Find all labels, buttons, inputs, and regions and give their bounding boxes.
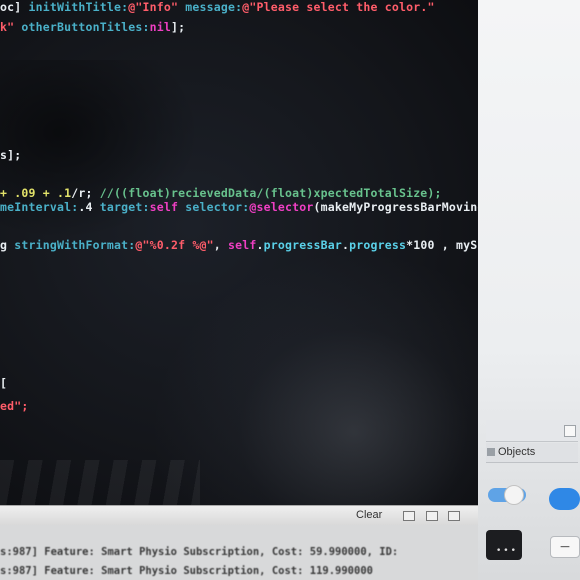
code-token: @selector (249, 200, 314, 214)
code-token: @"Info" (128, 0, 179, 14)
switch-object[interactable] (549, 488, 580, 510)
code-token: nil (149, 20, 171, 34)
slider-object[interactable] (488, 485, 526, 505)
split-view-left-icon[interactable] (403, 511, 415, 521)
code-token: . (256, 238, 264, 252)
debug-console[interactable]: s:987] Feature: Smart Physio Subscriptio… (0, 525, 478, 580)
code-token: initWithTitle: (28, 0, 129, 14)
code-token: .4 (78, 200, 100, 214)
code-line-7: [ (0, 376, 7, 390)
code-token: , (213, 238, 228, 252)
code-token: + .09 + .1 (0, 186, 72, 200)
code-token: selector: (185, 200, 250, 214)
code-token: g (0, 238, 15, 252)
object-library-selector[interactable]: Objects (486, 443, 578, 463)
slider-knob (504, 485, 524, 505)
keyboard-reflection (0, 460, 200, 505)
console-log-line: s:987] Feature: Smart Physio Subscriptio… (0, 565, 373, 577)
code-token: self (149, 200, 186, 214)
library-grid-icon (487, 448, 495, 456)
code-token: @"%0.2f %@" (135, 238, 214, 252)
code-token: *100 , myString (406, 238, 478, 252)
page-control-object[interactable]: ••• (486, 530, 522, 560)
code-token: /r; (71, 186, 100, 200)
code-token: target: (99, 200, 150, 214)
code-token: self (227, 238, 257, 252)
code-token: k" (0, 20, 22, 34)
code-token: ed"; (0, 399, 29, 413)
code-line-3: s]; (0, 148, 21, 162)
code-token: oc] (0, 0, 29, 14)
code-line-1: oc] initWithTitle:@"Info" message:@"Plea… (0, 0, 435, 14)
code-line-5: meInterval:.4 target:self selector:@sele… (0, 200, 478, 214)
split-view-both-icon[interactable] (426, 511, 438, 521)
code-line-4: + .09 + .1/r; //((float)recievedData/(fl… (0, 186, 442, 200)
console-log-line: s:987] Feature: Smart Physio Subscriptio… (0, 546, 399, 558)
code-token: meInterval: (0, 200, 79, 214)
code-token: s]; (0, 148, 22, 162)
code-line-2: k" otherButtonTitles:nil]; (0, 20, 185, 34)
code-token: [ (0, 376, 8, 390)
code-token: (makeMyProgressBarMoving) (313, 200, 479, 214)
code-token: otherButtonTitles: (21, 20, 150, 34)
file-template-icon[interactable] (564, 425, 576, 437)
code-token: stringWithFormat: (14, 238, 136, 252)
code-token: progress (349, 238, 407, 252)
code-token: progressBar (263, 238, 342, 252)
utilities-panel: Objects ••• − (478, 0, 580, 580)
code-token: message: (178, 0, 243, 14)
code-token: //((float)recievedData/(float)xpectedTot… (99, 186, 442, 200)
clear-button[interactable]: Clear (356, 509, 382, 521)
code-token: @"Please select the color." (242, 0, 435, 14)
code-token: ]; (170, 20, 186, 34)
code-line-8: ed"; (0, 399, 29, 413)
code-line-6: g stringWithFormat:@"%0.2f %@", self.pro… (0, 238, 478, 252)
code-editor[interactable]: oc] initWithTitle:@"Info" message:@"Plea… (0, 0, 478, 505)
split-view-right-icon[interactable] (448, 511, 460, 521)
stepper-object[interactable]: − (550, 536, 580, 558)
debug-console-toolbar: Clear (0, 505, 478, 525)
objects-label: Objects (498, 446, 536, 458)
page-dots-icon: ••• (496, 546, 518, 556)
